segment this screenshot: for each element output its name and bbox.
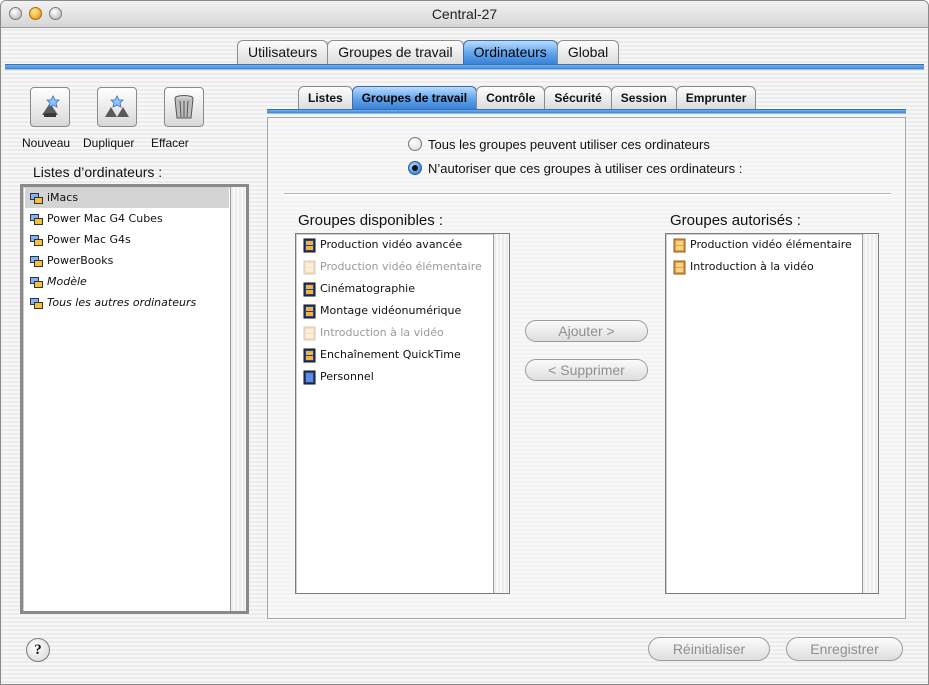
main-tab-underline	[5, 64, 924, 70]
workgroup-icon	[303, 260, 316, 275]
workgroup-icon	[303, 370, 316, 385]
help-button[interactable]: ?	[26, 638, 50, 662]
save-button[interactable]: Enregistrer	[786, 637, 903, 661]
separator	[284, 193, 891, 195]
list-item[interactable]: Power Mac G4s	[25, 230, 229, 250]
all-groups-radio[interactable]	[408, 137, 422, 151]
available-groups-label: Groupes disponibles :	[298, 212, 444, 229]
tab-global[interactable]: Global	[556, 40, 620, 64]
add-button[interactable]: Ajouter >	[525, 320, 648, 342]
tab-listes[interactable]: Listes	[298, 86, 353, 109]
tab-session[interactable]: Session	[610, 86, 677, 109]
list-item[interactable]: Production vidéo élémentaire	[298, 257, 492, 277]
remove-button[interactable]: < Supprimer	[525, 359, 648, 381]
computer-lists-label: Listes d’ordinateurs :	[33, 164, 163, 180]
list-item[interactable]: PowerBooks	[25, 251, 229, 271]
list-item[interactable]: Enchaînement QuickTime	[298, 345, 492, 365]
app-window: Central-27 Utilisateurs Groupes de trava…	[0, 0, 929, 685]
computer-lists-scrollbar[interactable]	[230, 187, 246, 611]
trash-icon	[174, 95, 194, 119]
only-these-groups-radio[interactable]	[408, 161, 422, 175]
tab-groupes-de-travail-sub[interactable]: Groupes de travail	[351, 86, 478, 109]
sub-tab-underline	[267, 109, 906, 114]
tab-utilisateurs[interactable]: Utilisateurs	[237, 40, 329, 64]
duplicate-list-button[interactable]	[97, 87, 137, 127]
delete-list-button[interactable]	[164, 87, 204, 127]
available-groups-listbox[interactable]: Production vidéo avancée Production vidé…	[295, 233, 510, 594]
new-label: Nouveau	[22, 136, 71, 150]
computer-list-icon	[30, 256, 43, 267]
new-document-icon	[42, 95, 60, 117]
workgroup-icon	[303, 326, 316, 341]
workgroup-icon	[303, 304, 316, 319]
computer-list-icon	[30, 235, 43, 246]
list-item[interactable]: Montage vidéonumérique	[298, 301, 492, 321]
tab-controle[interactable]: Contrôle	[476, 86, 546, 109]
sub-tab-bar: Listes Groupes de travail Contrôle Sécur…	[298, 86, 757, 109]
list-item[interactable]: Introduction à la vidéo	[298, 323, 492, 343]
list-item[interactable]: Introduction à la vidéo	[668, 257, 861, 277]
all-groups-label: Tous les groupes peuvent utiliser ces or…	[428, 137, 710, 152]
only-these-groups-label: N’autoriser que ces groupes à utiliser c…	[428, 161, 743, 176]
tab-groupes-de-travail[interactable]: Groupes de travail	[327, 40, 464, 64]
computer-list-icon	[30, 277, 43, 288]
computer-list-icon	[30, 214, 43, 225]
list-item[interactable]: Production vidéo avancée	[298, 235, 492, 255]
list-item[interactable]: Production vidéo élémentaire	[668, 235, 861, 255]
title-bar[interactable]: Central-27	[1, 1, 928, 28]
authorized-groups-scrollbar[interactable]	[862, 234, 878, 593]
workgroup-icon	[303, 238, 316, 253]
duplicate-icon	[105, 95, 129, 117]
list-item[interactable]: Power Mac G4 Cubes	[25, 209, 229, 229]
list-item[interactable]: Modèle	[25, 272, 229, 292]
workgroup-icon	[303, 282, 316, 297]
list-item[interactable]: Personnel	[298, 367, 492, 387]
duplicate-label: Dupliquer	[83, 136, 135, 150]
workgroup-icon	[673, 260, 686, 275]
list-item[interactable]: iMacs	[25, 188, 229, 208]
workgroup-icon	[673, 238, 686, 253]
reset-button[interactable]: Réinitialiser	[648, 637, 770, 661]
tab-ordinateurs[interactable]: Ordinateurs	[462, 40, 558, 64]
workgroup-icon	[303, 348, 316, 363]
authorized-groups-listbox[interactable]: Production vidéo élémentaire Introductio…	[665, 233, 879, 594]
tab-securite[interactable]: Sécurité	[544, 86, 612, 109]
new-list-button[interactable]	[30, 87, 70, 127]
computer-list-icon	[30, 193, 43, 204]
delete-label: Effacer	[151, 136, 189, 150]
window-title: Central-27	[431, 6, 498, 22]
available-groups-scrollbar[interactable]	[493, 234, 509, 593]
list-item[interactable]: Tous les autres ordinateurs	[25, 293, 229, 313]
authorized-groups-label: Groupes autorisés :	[670, 212, 801, 229]
tab-emprunter[interactable]: Emprunter	[675, 86, 757, 109]
main-tab-bar: Utilisateurs Groupes de travail Ordinate…	[237, 40, 620, 64]
list-item[interactable]: Cinématographie	[298, 279, 492, 299]
computer-lists-listbox[interactable]: iMacs Power Mac G4 Cubes Power Mac G4s P…	[20, 184, 249, 614]
computer-list-icon	[30, 298, 43, 309]
